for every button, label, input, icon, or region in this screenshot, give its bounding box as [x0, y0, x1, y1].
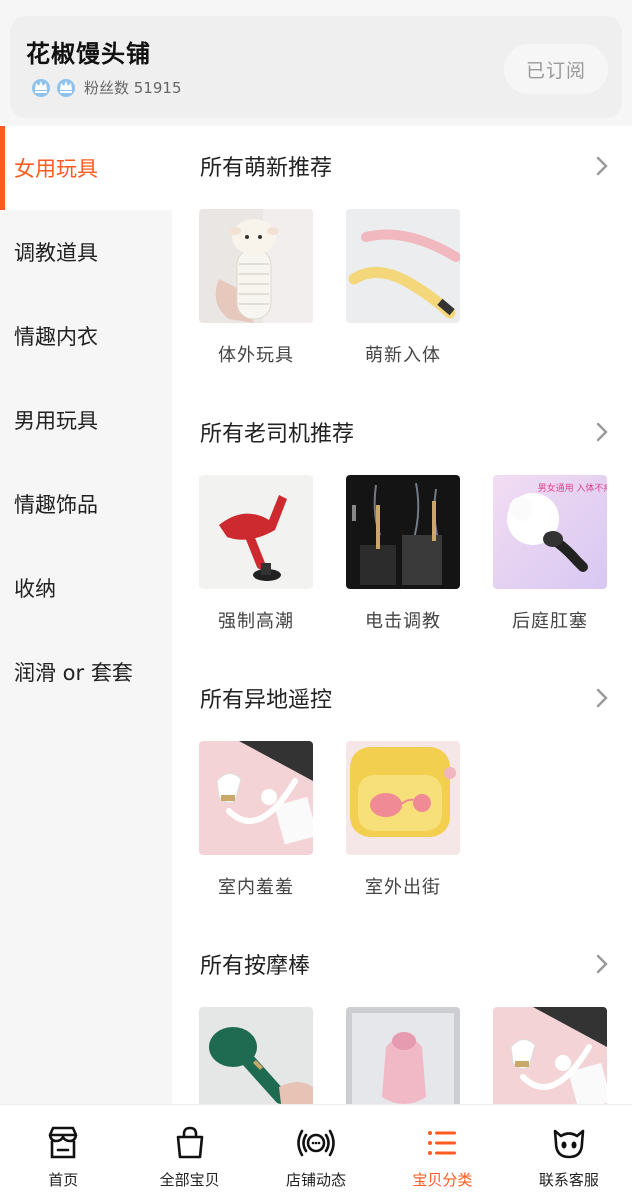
- category-card[interactable]: 男女通用 入体不疼 后庭肛塞: [493, 475, 607, 633]
- section-title[interactable]: 所有萌新推荐: [200, 150, 332, 182]
- category-label: 体外玩具: [218, 345, 294, 366]
- sidebar-item-training-props[interactable]: 调教道具: [0, 210, 172, 294]
- fans-count: 粉丝数 51915: [84, 78, 182, 97]
- category-card[interactable]: 强制高潮: [199, 475, 313, 633]
- category-card[interactable]: [199, 1007, 313, 1104]
- shop-meta: 粉丝数 51915: [30, 76, 182, 98]
- nav-home[interactable]: 首页: [0, 1105, 126, 1200]
- shop-card: 花椒馒头铺 粉丝数 51915 已订阅: [10, 16, 622, 118]
- chevron-right-icon[interactable]: [592, 686, 612, 710]
- nav-label: 首页: [48, 1171, 79, 1189]
- bag-icon: [176, 1126, 203, 1159]
- shop-header: 花椒馒头铺 粉丝数 51915 已订阅: [0, 0, 632, 126]
- nav-feed[interactable]: 店铺动态: [253, 1105, 379, 1200]
- nav-contact-service[interactable]: 联系客服: [506, 1105, 632, 1200]
- product-image: [199, 741, 313, 855]
- product-image: [493, 1007, 607, 1104]
- section-title[interactable]: 所有按摩棒: [200, 948, 310, 980]
- category-label: 电击调教: [365, 611, 441, 632]
- category-label: 萌新入体: [365, 345, 441, 366]
- nav-label: 全部宝贝: [159, 1171, 220, 1189]
- sidebar-item-accessories[interactable]: 情趣饰品: [0, 462, 172, 546]
- category-sidebar: 女用玩具 调教道具 情趣内衣 男用玩具 情趣饰品 收纳 润滑 or 套套: [0, 126, 172, 1104]
- bottom-nav: 首页 全部宝贝 店铺动态 宝贝分类 联系客服: [0, 1104, 632, 1200]
- product-image: [346, 1007, 460, 1104]
- category-card[interactable]: 体外玩具: [199, 209, 313, 367]
- product-image: [199, 475, 313, 589]
- category-card[interactable]: 萌新入体: [346, 209, 460, 367]
- category-label: 室内羞羞: [218, 877, 294, 898]
- product-image: [199, 209, 313, 323]
- nav-label: 宝贝分类: [412, 1171, 473, 1189]
- section-remote: 所有异地遥控 室内羞羞 室外出街: [172, 658, 632, 924]
- section-massagers: 所有按摩棒: [172, 924, 632, 1104]
- chevron-right-icon[interactable]: [592, 420, 612, 444]
- sidebar-item-female-toys[interactable]: 女用玩具: [0, 126, 172, 210]
- sidebar-item-storage[interactable]: 收纳: [0, 546, 172, 630]
- product-image: [346, 741, 460, 855]
- product-image: [199, 1007, 313, 1104]
- product-image: [346, 209, 460, 323]
- product-image: [346, 475, 460, 589]
- sidebar-item-male-toys[interactable]: 男用玩具: [0, 378, 172, 462]
- nav-all-items[interactable]: 全部宝贝: [126, 1105, 252, 1200]
- category-card[interactable]: [493, 1007, 607, 1104]
- sidebar-item-lingerie[interactable]: 情趣内衣: [0, 294, 172, 378]
- section-veteran: 所有老司机推荐 强制高潮 电击调教 男女通用 入体不疼 后庭肛塞: [172, 392, 632, 658]
- subscribe-button[interactable]: 已订阅: [504, 44, 608, 94]
- category-label: 室外出街: [365, 877, 441, 898]
- section-title[interactable]: 所有异地遥控: [200, 682, 332, 714]
- nav-label: 联系客服: [538, 1171, 599, 1189]
- product-caption-top: 男女通用 入体不疼: [538, 482, 607, 494]
- broadcast-icon: [297, 1129, 335, 1157]
- nav-categories[interactable]: 宝贝分类: [379, 1105, 505, 1200]
- category-card[interactable]: 室内羞羞: [199, 741, 313, 899]
- category-card[interactable]: 电击调教: [346, 475, 460, 633]
- section-title[interactable]: 所有老司机推荐: [200, 416, 354, 448]
- shop-icon: [48, 1126, 78, 1159]
- product-image: 男女通用 入体不疼: [493, 475, 607, 589]
- sidebar-item-lube-condoms[interactable]: 润滑 or 套套: [0, 630, 172, 714]
- category-card[interactable]: [346, 1007, 460, 1104]
- nav-label: 店铺动态: [286, 1171, 347, 1189]
- category-label: 后庭肛塞: [512, 611, 588, 632]
- shop-name[interactable]: 花椒馒头铺: [26, 34, 151, 69]
- service-face-icon: [553, 1129, 585, 1159]
- section-newbie: 所有萌新推荐 体外玩具 萌新入体: [172, 126, 632, 392]
- category-card[interactable]: 室外出街: [346, 741, 460, 899]
- category-content: 所有萌新推荐 体外玩具 萌新入体 所有老司机推荐 强制高潮 电击调教 男女通用 …: [172, 126, 632, 1104]
- crown-icon: [32, 79, 50, 97]
- chevron-right-icon[interactable]: [592, 952, 612, 976]
- chevron-right-icon[interactable]: [592, 154, 612, 178]
- category-label: 强制高潮: [218, 611, 294, 632]
- category-list-icon: [428, 1131, 457, 1155]
- crown-icon: [57, 79, 75, 97]
